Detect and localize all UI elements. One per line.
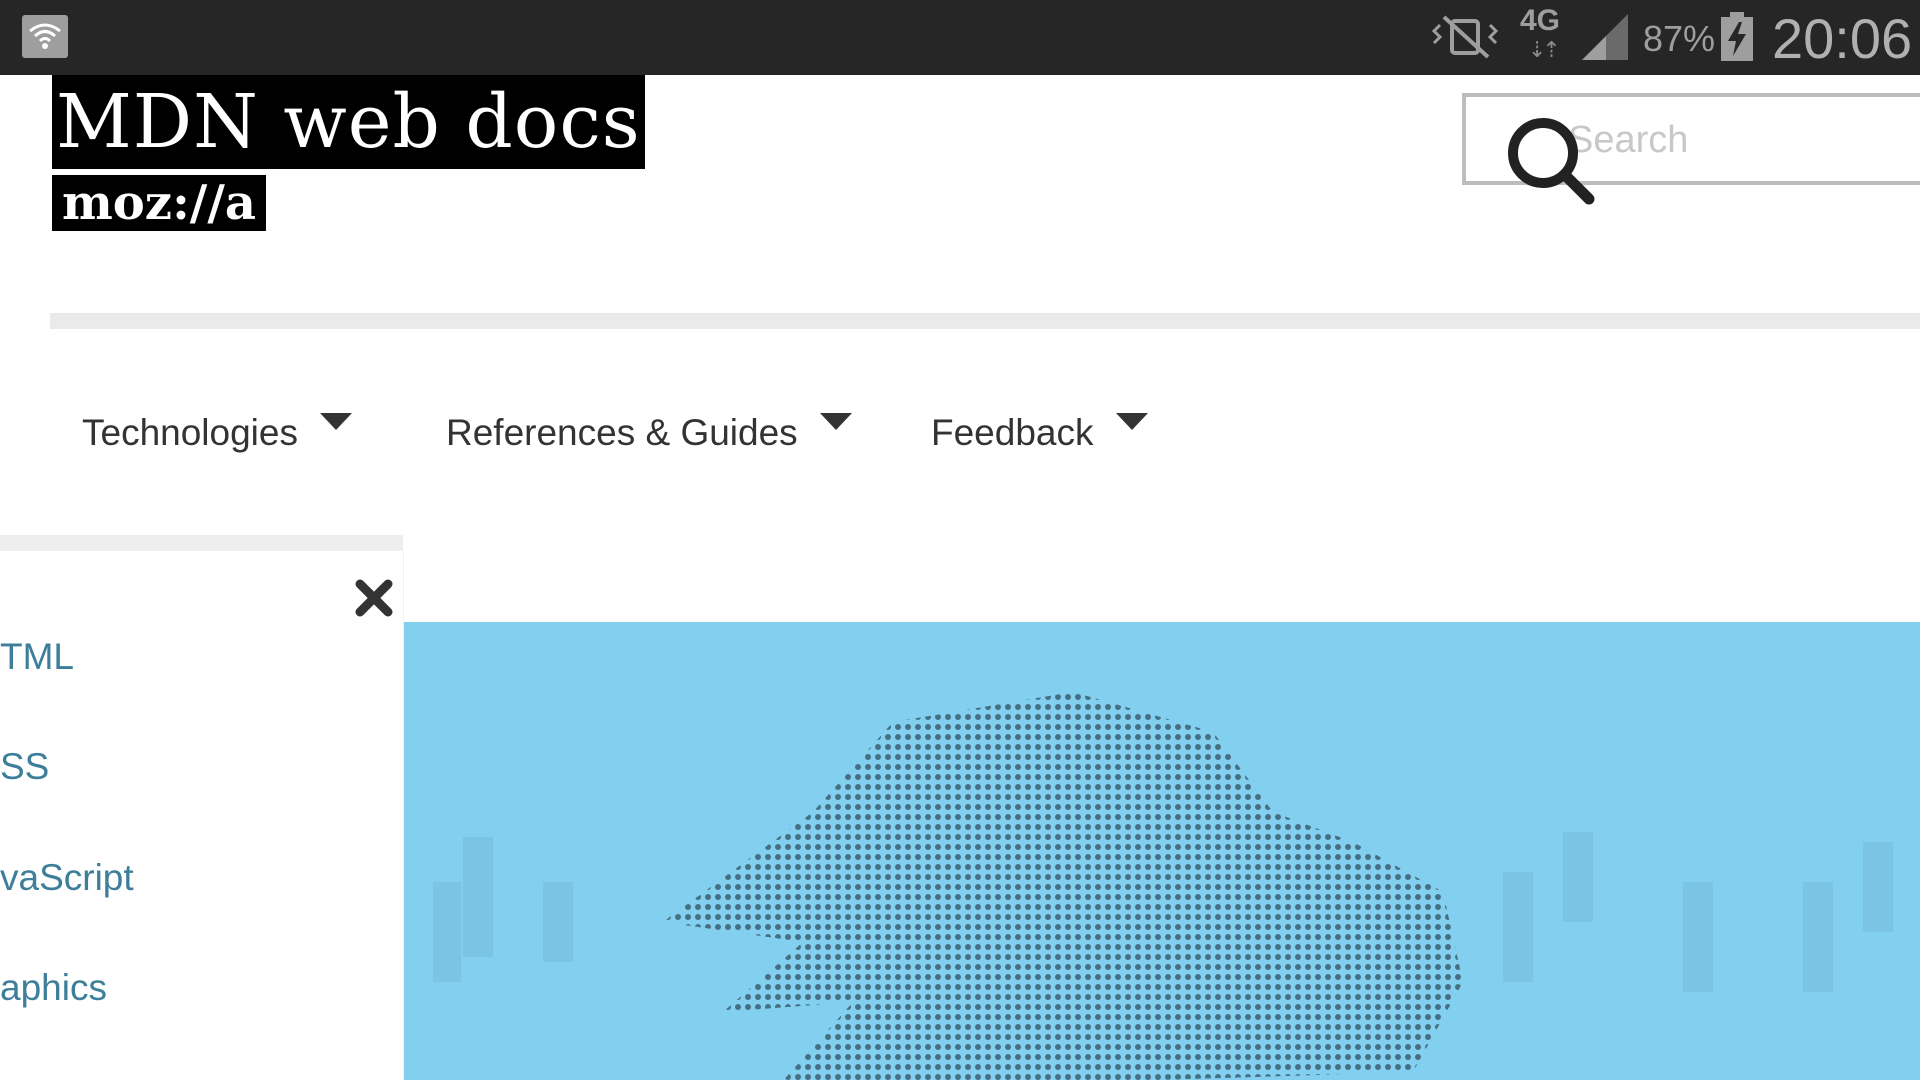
data-activity-icon: ⇣⇡ — [1528, 38, 1561, 63]
hero-pixel-decoration — [543, 882, 573, 962]
hero-banner — [403, 622, 1920, 1080]
chevron-down-icon — [819, 412, 852, 430]
hero-pixel-decoration — [1803, 882, 1833, 992]
network-type: 4G — [1520, 4, 1561, 37]
clock: 20:06 — [1772, 7, 1913, 70]
nav-references-label: References & Guides — [446, 412, 798, 453]
nav-feedback[interactable]: Feedback — [931, 405, 1148, 461]
battery-percent: 87% — [1643, 18, 1716, 59]
drawer-link-html[interactable]: TML — [0, 636, 74, 678]
drawer-link-javascript[interactable]: vaScript — [0, 857, 134, 899]
mdn-logo[interactable]: MDN web docs — [52, 75, 645, 169]
search-input[interactable] — [1566, 109, 1920, 171]
signal-icon — [1582, 14, 1628, 60]
drawer-link-css[interactable]: SS — [0, 746, 49, 788]
nav-references-guides[interactable]: References & Guides — [446, 405, 852, 461]
mozilla-logo[interactable]: moz://a — [52, 175, 266, 231]
wifi-icon — [22, 15, 68, 58]
search-icon[interactable] — [1505, 115, 1597, 207]
hero-pixel-decoration — [1863, 842, 1893, 932]
hero-pixel-decoration — [433, 882, 461, 982]
nav-technologies[interactable]: Technologies — [82, 405, 352, 461]
nav-feedback-label: Feedback — [931, 412, 1094, 453]
chevron-down-icon — [319, 412, 352, 430]
status-bar: 4G ⇣⇡ 87% 20:06 — [0, 0, 1920, 75]
hero-pixel-decoration — [1563, 832, 1593, 922]
nav-technologies-label: Technologies — [82, 412, 298, 453]
close-icon[interactable] — [354, 578, 394, 618]
vibrate-icon — [1431, 15, 1499, 59]
hero-pixel-decoration — [463, 837, 493, 957]
battery-charging-icon — [1721, 12, 1753, 61]
hero-pixel-decoration — [1683, 882, 1713, 992]
dinosaur-head-illustration — [663, 692, 1463, 1080]
chevron-down-icon — [1115, 412, 1148, 430]
hero-pixel-decoration — [1503, 872, 1533, 982]
drawer-top-edge — [0, 535, 403, 551]
header-divider — [50, 313, 1920, 329]
drawer-link-graphics[interactable]: aphics — [0, 967, 107, 1009]
